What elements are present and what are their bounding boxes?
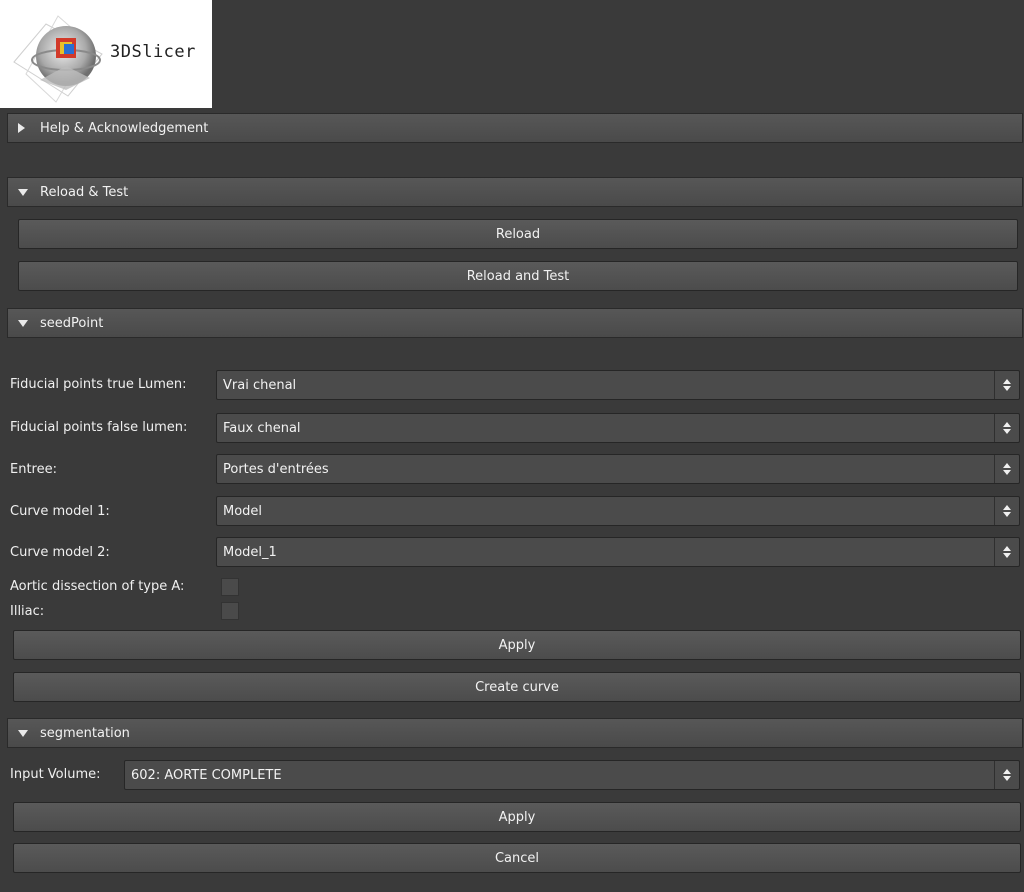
spin-arrows-icon: [994, 414, 1019, 442]
cancel-button[interactable]: Cancel: [13, 843, 1021, 873]
illiac-checkbox[interactable]: [221, 602, 239, 620]
section-seedpoint-header[interactable]: seedPoint: [7, 308, 1023, 338]
true-lumen-select[interactable]: Vrai chenal: [216, 370, 1020, 400]
slicer-logo: 3DSlicer: [6, 4, 212, 108]
true-lumen-value: Vrai chenal: [223, 377, 297, 393]
segmentation-apply-button[interactable]: Apply: [13, 802, 1021, 832]
section-segmentation-label: segmentation: [40, 725, 130, 741]
aortic-dissection-checkbox[interactable]: [221, 578, 239, 596]
reload-and-test-button[interactable]: Reload and Test: [18, 261, 1018, 291]
spin-arrows-icon: [994, 538, 1019, 566]
section-segmentation-header[interactable]: segmentation: [7, 718, 1023, 748]
false-lumen-select[interactable]: Faux chenal: [216, 413, 1020, 443]
spin-arrows-icon: [994, 455, 1019, 483]
section-reload-header[interactable]: Reload & Test: [7, 177, 1023, 207]
reload-button[interactable]: Reload: [18, 219, 1018, 249]
entree-value: Portes d'entrées: [223, 461, 329, 477]
field-label-curve-model-1: Curve model 1:: [10, 504, 110, 519]
field-label-entree: Entree:: [10, 462, 57, 477]
logo-text: 3DSlicer: [110, 42, 196, 62]
create-curve-button[interactable]: Create curve: [13, 672, 1021, 702]
caret-down-icon: [18, 729, 28, 737]
field-label-true-lumen: Fiducial points true Lumen:: [10, 377, 187, 392]
section-help-header[interactable]: Help & Acknowledgement: [7, 113, 1023, 143]
caret-down-icon: [18, 188, 28, 196]
section-seedpoint-label: seedPoint: [40, 315, 104, 331]
curve-model-1-select[interactable]: Model: [216, 496, 1020, 526]
input-volume-value: 602: AORTE COMPLETE: [131, 767, 282, 783]
curve-model-2-select[interactable]: Model_1: [216, 537, 1020, 567]
caret-right-icon: [18, 123, 28, 133]
section-help-label: Help & Acknowledgement: [40, 120, 209, 136]
spin-arrows-icon: [994, 497, 1019, 525]
top-background: [212, 0, 1024, 108]
checkbox-label-illiac: Illiac:: [10, 604, 45, 619]
field-label-false-lumen: Fiducial points false lumen:: [10, 420, 188, 435]
seedpoint-apply-button[interactable]: Apply: [13, 630, 1021, 660]
input-volume-label: Input Volume:: [10, 767, 101, 782]
slicer-module-panel: 3DSlicer Help & Acknowledgement Reload &…: [0, 0, 1024, 892]
curve-model-2-value: Model_1: [223, 544, 277, 560]
input-volume-select[interactable]: 602: AORTE COMPLETE: [124, 760, 1020, 790]
checkbox-label-aortic-dissection: Aortic dissection of type A:: [10, 579, 185, 594]
entree-select[interactable]: Portes d'entrées: [216, 454, 1020, 484]
curve-model-1-value: Model: [223, 503, 263, 519]
section-reload-label: Reload & Test: [40, 184, 129, 200]
spin-arrows-icon: [994, 371, 1019, 399]
spin-arrows-icon: [994, 761, 1019, 789]
field-label-curve-model-2: Curve model 2:: [10, 545, 110, 560]
caret-down-icon: [18, 319, 28, 327]
false-lumen-value: Faux chenal: [223, 420, 301, 436]
